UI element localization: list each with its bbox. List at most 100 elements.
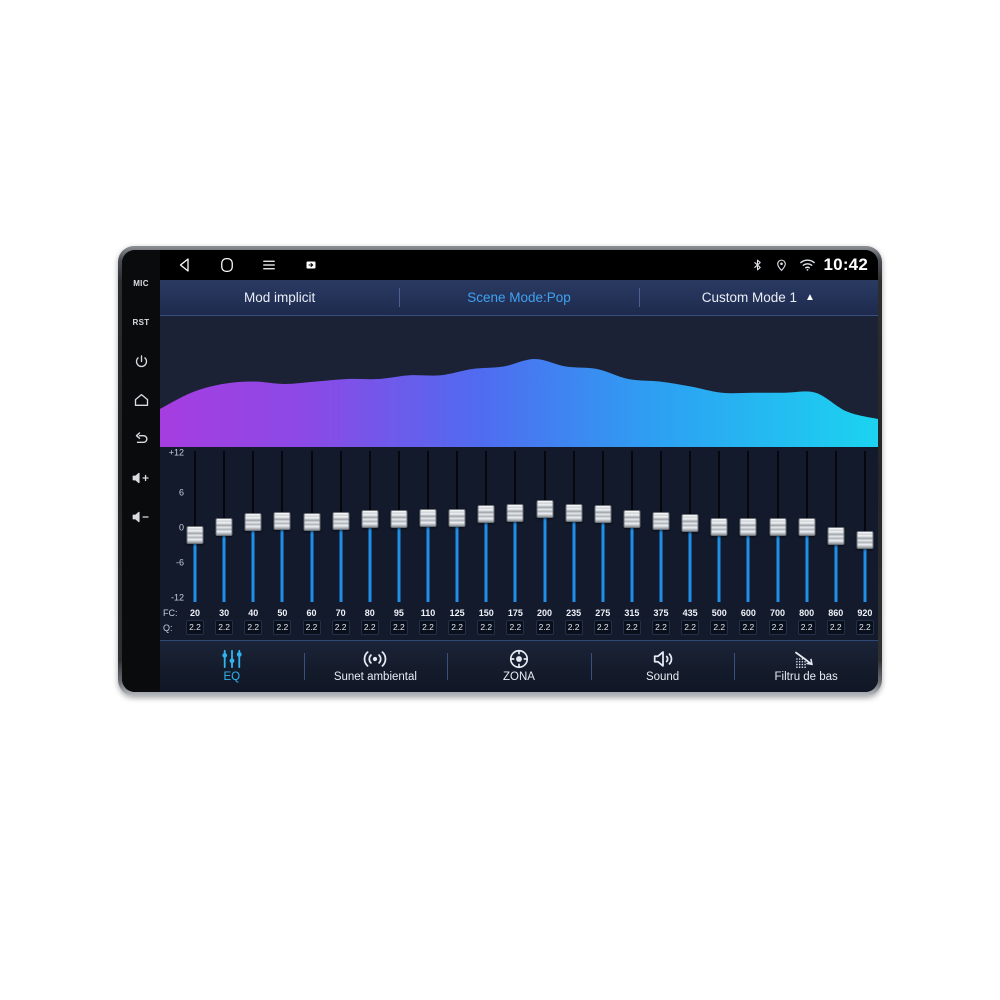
- eq-band-q-value[interactable]: 2.2: [360, 620, 379, 635]
- eq-slider-thumb[interactable]: [856, 531, 874, 550]
- eq-band-q-value[interactable]: 2.2: [593, 620, 612, 635]
- eq-slider-thumb[interactable]: [798, 517, 816, 536]
- eq-band-q-value[interactable]: 2.2: [622, 620, 641, 635]
- eq-slider-thumb[interactable]: [710, 517, 728, 536]
- eq-band-q-value[interactable]: 2.2: [564, 620, 583, 635]
- eq-band-q-value[interactable]: 2.2: [448, 620, 467, 635]
- eq-band-q-value[interactable]: 2.2: [855, 620, 874, 635]
- eq-band-q-value[interactable]: 2.2: [681, 620, 700, 635]
- eq-slider-thumb[interactable]: [186, 525, 204, 544]
- eq-band-slider[interactable]: [623, 451, 641, 606]
- tab-sound[interactable]: Sound: [590, 641, 735, 692]
- eq-band-q-value[interactable]: 2.2: [768, 620, 787, 635]
- eq-band-slider[interactable]: [390, 451, 408, 606]
- eq-slider-thumb[interactable]: [390, 510, 408, 529]
- eq-band-slider[interactable]: [215, 451, 233, 606]
- android-menu-icon[interactable]: [248, 250, 290, 280]
- tab-surround[interactable]: Sunet ambiental: [303, 641, 448, 692]
- head-unit-device: MIC RST 10:42 Mod implicit Scene Mode:Po…: [118, 246, 882, 696]
- eq-slider-thumb[interactable]: [739, 517, 757, 536]
- android-back-icon[interactable]: [164, 250, 206, 280]
- bass-filter-icon: [794, 649, 818, 669]
- tab-zone[interactable]: ZONA: [447, 641, 591, 692]
- eq-slider-thumb[interactable]: [769, 517, 786, 536]
- eq-band-q-value[interactable]: 2.2: [535, 620, 554, 635]
- eq-band-slider[interactable]: [332, 451, 350, 606]
- eq-band-q-value[interactable]: 2.2: [652, 620, 670, 635]
- eq-band-slider[interactable]: [506, 451, 524, 606]
- eq-band-slider[interactable]: [303, 451, 321, 606]
- chevron-up-icon[interactable]: ▲: [805, 292, 815, 303]
- reset-button[interactable]: RST: [128, 313, 154, 331]
- eq-slider-thumb[interactable]: [652, 511, 670, 530]
- eq-band-q-value[interactable]: 2.2: [302, 620, 321, 635]
- eq-slider-thumb[interactable]: [594, 505, 612, 524]
- eq-slider-thumb[interactable]: [244, 513, 262, 532]
- eq-band-q-value[interactable]: 2.2: [739, 620, 758, 635]
- eq-band-q-value[interactable]: 2.2: [477, 620, 496, 635]
- tab-eq[interactable]: EQ: [160, 641, 304, 692]
- eq-band-slider[interactable]: [536, 451, 554, 606]
- eq-band-slider[interactable]: [710, 451, 728, 606]
- eq-slider-thumb[interactable]: [827, 527, 845, 546]
- eq-band-q-value[interactable]: 2.2: [273, 620, 292, 635]
- eq-frequency-q-rows: FC: Q: 20 2.2 30 2.2 40 2.2 50 2.2 60 2.2 70 2.2 80 2…: [160, 606, 878, 640]
- tab-default-mode[interactable]: Mod implicit: [160, 280, 399, 315]
- eq-band-q-value[interactable]: 2.2: [215, 620, 234, 635]
- back-button[interactable]: [128, 430, 154, 448]
- eq-band-frequency: 125: [449, 608, 465, 618]
- eq-band-slider[interactable]: [798, 451, 816, 606]
- eq-band-slider[interactable]: [594, 451, 612, 606]
- eq-slider-thumb[interactable]: [681, 514, 699, 533]
- eq-slider-thumb[interactable]: [565, 504, 583, 522]
- eq-slider-track-upper: [252, 451, 255, 522]
- tab-custom-mode[interactable]: Custom Mode 1 ▲: [638, 280, 878, 315]
- eq-slider-thumb[interactable]: [536, 500, 553, 519]
- volume-down-button[interactable]: [128, 508, 154, 526]
- eq-band-q-value[interactable]: 2.2: [710, 620, 729, 635]
- eq-band-slider[interactable]: [652, 451, 670, 606]
- eq-band-q-value[interactable]: 2.2: [186, 620, 204, 635]
- eq-band-q-value[interactable]: 2.2: [389, 620, 408, 635]
- eq-slider-thumb[interactable]: [332, 511, 350, 530]
- eq-slider-thumb[interactable]: [361, 510, 379, 529]
- eq-band-q-value[interactable]: 2.2: [506, 620, 525, 635]
- eq-band-q-value[interactable]: 2.2: [419, 620, 437, 635]
- eq-band-slider[interactable]: [361, 451, 379, 606]
- eq-band-q-value[interactable]: 2.2: [331, 620, 350, 635]
- android-screenshot-icon[interactable]: [290, 250, 332, 280]
- eq-band-slider[interactable]: [186, 451, 204, 606]
- eq-band-slider[interactable]: [419, 451, 437, 606]
- power-button[interactable]: [128, 352, 154, 370]
- eq-slider-thumb[interactable]: [303, 513, 320, 532]
- eq-band-slider[interactable]: [769, 451, 787, 606]
- eq-band-frequency: 600: [740, 608, 756, 618]
- eq-band-slider[interactable]: [681, 451, 699, 606]
- eq-slider-thumb[interactable]: [448, 508, 466, 527]
- eq-band-q-value[interactable]: 2.2: [826, 620, 845, 635]
- eq-slider-thumb[interactable]: [215, 517, 233, 536]
- tab-scene-mode[interactable]: Scene Mode:Pop: [399, 280, 638, 315]
- eq-slider-thumb[interactable]: [623, 510, 641, 529]
- home-button[interactable]: [128, 391, 154, 409]
- eq-band-slider[interactable]: [739, 451, 757, 606]
- android-home-icon[interactable]: [206, 250, 248, 280]
- eq-band-frequency: 375: [653, 608, 669, 618]
- eq-slider-thumb[interactable]: [477, 505, 495, 524]
- mic-button[interactable]: MIC: [128, 274, 154, 292]
- eq-band-slider[interactable]: [448, 451, 466, 606]
- eq-band-q-value[interactable]: 2.2: [797, 620, 816, 635]
- eq-band-slider[interactable]: [856, 451, 874, 606]
- eq-band-slider[interactable]: [827, 451, 845, 606]
- eq-slider-track-upper: [834, 451, 837, 536]
- eq-slider-thumb[interactable]: [419, 508, 437, 527]
- eq-band-slider[interactable]: [244, 451, 262, 606]
- volume-up-button[interactable]: [128, 469, 154, 487]
- eq-slider-thumb[interactable]: [273, 511, 291, 530]
- eq-slider-thumb[interactable]: [506, 504, 524, 522]
- eq-band-slider[interactable]: [565, 451, 583, 606]
- eq-band-q-value[interactable]: 2.2: [244, 620, 263, 635]
- tab-bass-filter[interactable]: Filtru de bas: [734, 641, 878, 692]
- eq-band-slider[interactable]: [477, 451, 495, 606]
- eq-band-slider[interactable]: [273, 451, 291, 606]
